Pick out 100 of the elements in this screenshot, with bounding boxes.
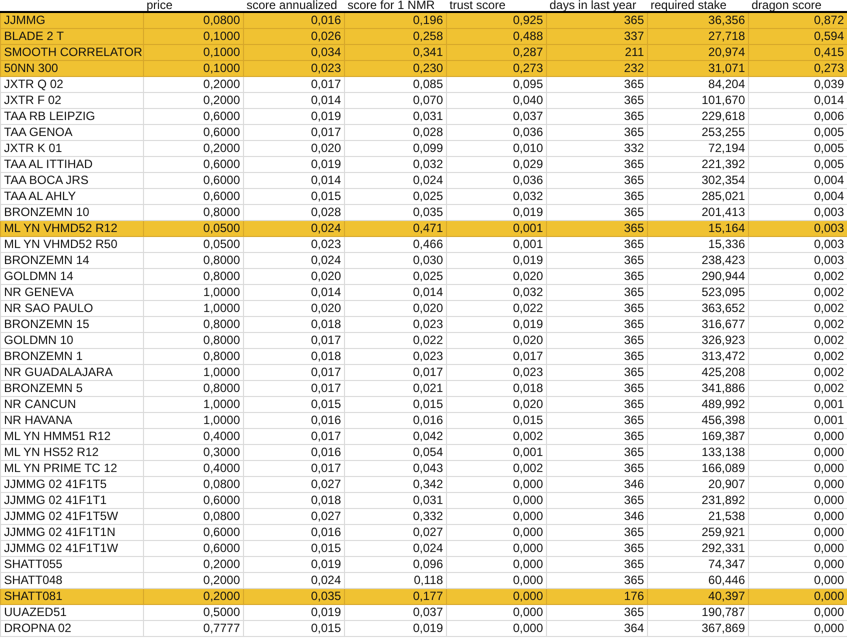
- table-cell: 0,0800: [144, 508, 244, 524]
- table-cell: 0,018: [244, 316, 344, 332]
- table-cell: 0,000: [446, 572, 546, 588]
- row-label: JJMMG: [0, 12, 144, 28]
- table-cell: 365: [546, 92, 648, 108]
- table-cell: 0,023: [244, 236, 344, 252]
- table-cell: 337: [546, 28, 648, 44]
- table-cell: 0,342: [344, 476, 446, 492]
- row-label: NR GUADALAJARA: [0, 364, 144, 380]
- table-cell: 0,027: [344, 524, 446, 540]
- table-cell: 365: [546, 428, 648, 444]
- table-cell: 0,096: [344, 556, 446, 572]
- table-cell: 313,472: [648, 348, 748, 364]
- table-cell: 0,2000: [144, 92, 244, 108]
- table-cell: 0,028: [344, 124, 446, 140]
- row-label: BRONZEMN 15: [0, 316, 144, 332]
- table-cell: 1,0000: [144, 300, 244, 316]
- table-cell: 365: [546, 412, 648, 428]
- table-cell: 0,000: [446, 540, 546, 556]
- row-label: GOLDMN 10: [0, 332, 144, 348]
- table-cell: 365: [546, 444, 648, 460]
- table-cell: 0,019: [244, 108, 344, 124]
- table-cell: 15,164: [648, 220, 748, 236]
- table-cell: 231,892: [648, 492, 748, 508]
- table-cell: 363,652: [648, 300, 748, 316]
- table-cell: 0,000: [446, 588, 546, 604]
- table-cell: 1,0000: [144, 412, 244, 428]
- table-cell: 0,0500: [144, 236, 244, 252]
- table-cell: 0,016: [244, 412, 344, 428]
- table-cell: 0,031: [344, 108, 446, 124]
- row-label: DROPNA 02: [0, 620, 144, 636]
- table-cell: 365: [546, 12, 648, 28]
- table-cell: 456,398: [648, 412, 748, 428]
- table-cell: 332: [546, 140, 648, 156]
- table-cell: 0,000: [446, 604, 546, 620]
- table-cell: 0,021: [344, 380, 446, 396]
- row-label: TAA BOCA JRS: [0, 172, 144, 188]
- table-cell: 1,0000: [144, 364, 244, 380]
- table-cell: 0,014: [244, 284, 344, 300]
- table-cell: 365: [546, 284, 648, 300]
- table-cell: 0,020: [446, 332, 546, 348]
- table-cell: 0,2000: [144, 588, 244, 604]
- table-cell: 0,3000: [144, 444, 244, 460]
- row-label: ML YN HMM51 R12: [0, 428, 144, 444]
- row-label: JJMMG 02 41F1T1N: [0, 524, 144, 540]
- table-cell: 364: [546, 620, 648, 636]
- table-cell: 0,4000: [144, 460, 244, 476]
- table-cell: 211: [546, 44, 648, 60]
- table-cell: 21,538: [648, 508, 748, 524]
- row-label: TAA AL ITTIHAD: [0, 156, 144, 172]
- table-cell: 0,0800: [144, 12, 244, 28]
- table-cell: 0,6000: [144, 188, 244, 204]
- table-cell: 0,027: [244, 508, 344, 524]
- table-cell: 0,099: [344, 140, 446, 156]
- row-label: NR GENEVA: [0, 284, 144, 300]
- table-cell: 0,8000: [144, 268, 244, 284]
- row-label: ML YN PRIME TC 12: [0, 460, 144, 476]
- row-label: JJMMG 02 41F1T5: [0, 476, 144, 492]
- table-cell: 0,8000: [144, 380, 244, 396]
- table-cell: 523,095: [648, 284, 748, 300]
- row-label: BRONZEMN 10: [0, 204, 144, 220]
- table-cell: 0,023: [344, 316, 446, 332]
- table-cell: 0,014: [244, 92, 344, 108]
- table-cell: 316,677: [648, 316, 748, 332]
- row-label: TAA AL AHLY: [0, 188, 144, 204]
- table-cell: 0,019: [244, 156, 344, 172]
- table-cell: 0,015: [244, 540, 344, 556]
- table-cell: 0,017: [244, 332, 344, 348]
- table-cell: 365: [546, 300, 648, 316]
- table-cell: 0,031: [344, 492, 446, 508]
- table-cell: 365: [546, 188, 648, 204]
- table-cell: 285,021: [648, 188, 748, 204]
- row-label: NR SAO PAULO: [0, 300, 144, 316]
- table-cell: 0,027: [244, 476, 344, 492]
- table-cell: 0,6000: [144, 540, 244, 556]
- table-cell: 0,024: [344, 172, 446, 188]
- row-label: ML YN VHMD52 R50: [0, 236, 144, 252]
- table-cell: 0,466: [344, 236, 446, 252]
- table-cell: 0,043: [344, 460, 446, 476]
- table-cell: 0,018: [244, 492, 344, 508]
- table-cell: 365: [546, 316, 648, 332]
- table-cell: 0,035: [344, 204, 446, 220]
- table-cell: 365: [546, 108, 648, 124]
- row-label: BRONZEMN 5: [0, 380, 144, 396]
- table-cell: 0,6000: [144, 108, 244, 124]
- table-cell: 365: [546, 604, 648, 620]
- row-label: JXTR Q 02: [0, 76, 144, 92]
- row-label: GOLDMN 14: [0, 268, 144, 284]
- table-cell: 0,023: [244, 60, 344, 76]
- table-cell: 326,923: [648, 332, 748, 348]
- table-cell: 0,014: [244, 172, 344, 188]
- table-cell: 0,016: [344, 412, 446, 428]
- table-cell: 0,196: [344, 12, 446, 28]
- table-cell: 0,0500: [144, 220, 244, 236]
- row-label: TAA GENOA: [0, 124, 144, 140]
- table-cell: 365: [546, 204, 648, 220]
- table-cell: 0,488: [446, 28, 546, 44]
- table-cell: 0,2000: [144, 76, 244, 92]
- table-cell: 0,6000: [144, 524, 244, 540]
- table-cell: 0,032: [446, 188, 546, 204]
